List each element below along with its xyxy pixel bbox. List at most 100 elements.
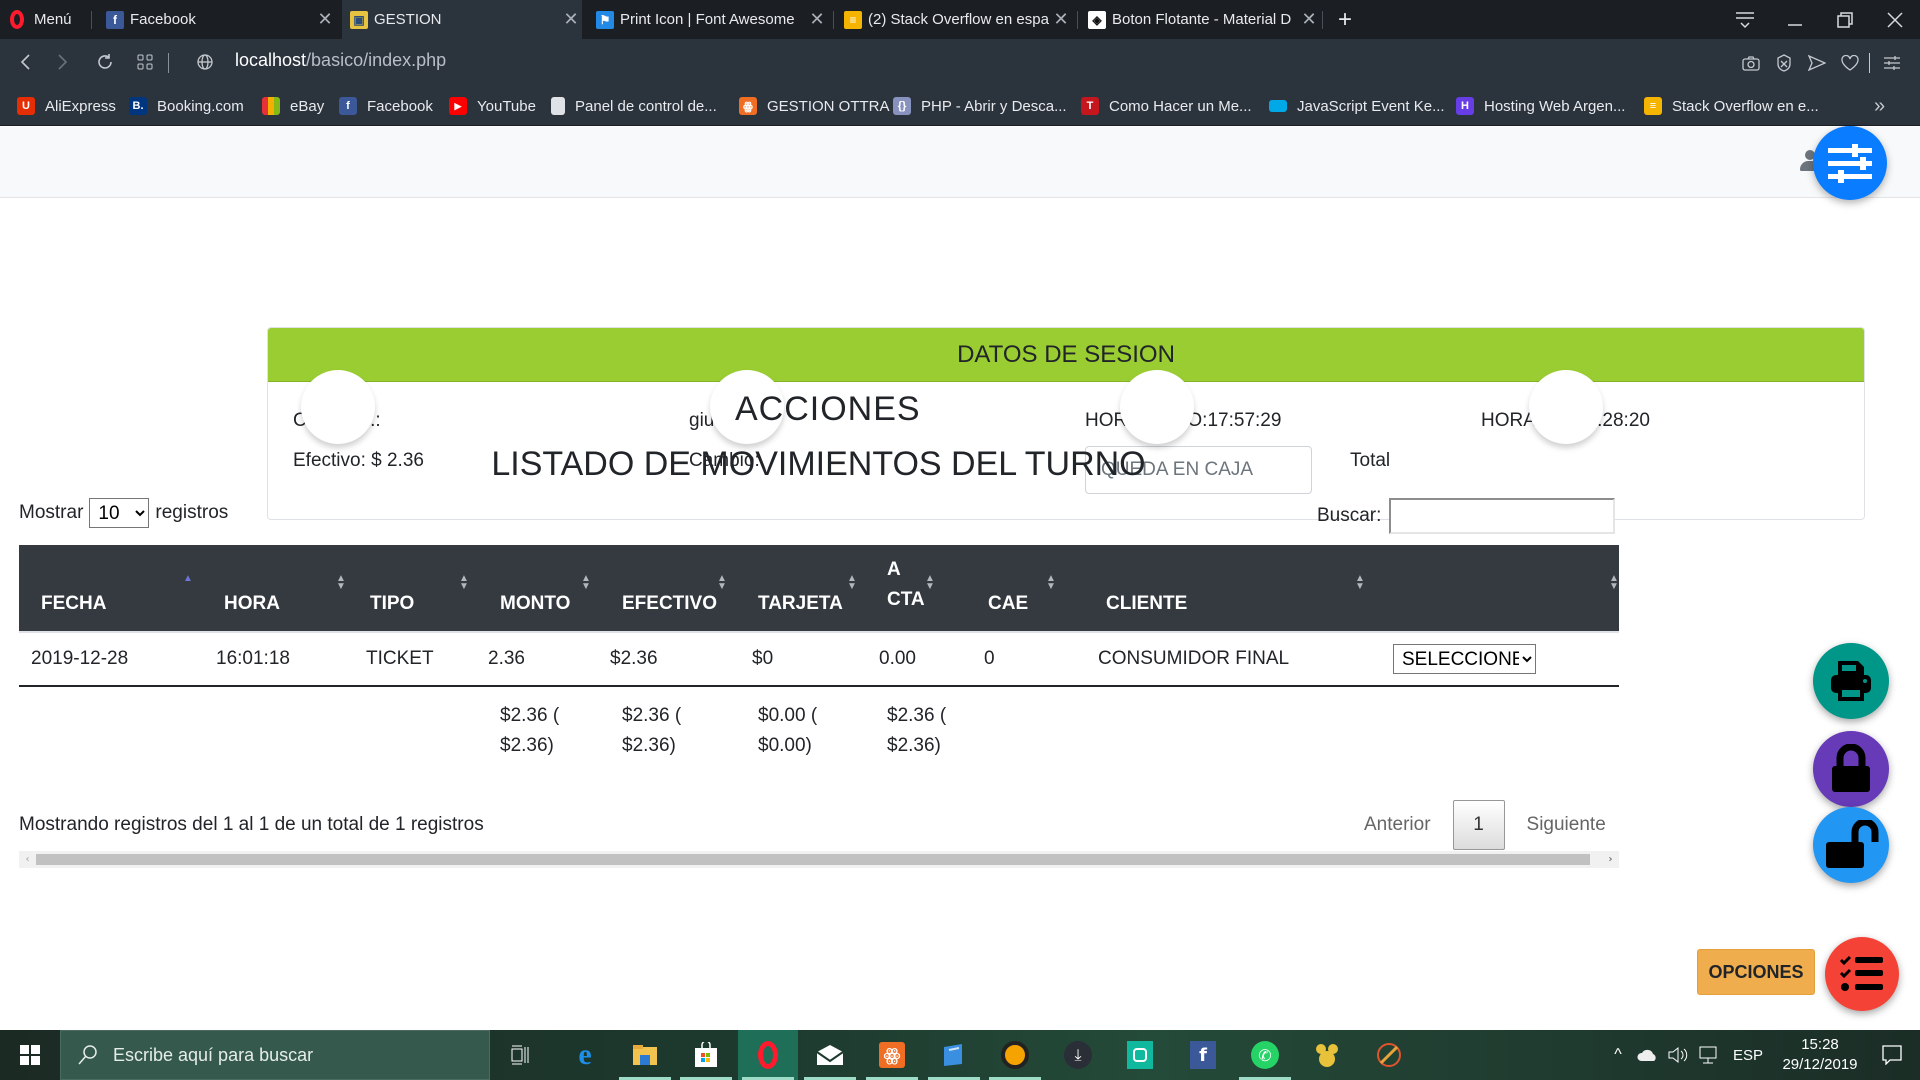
xampp-icon[interactable]: ꙮ [862,1030,922,1080]
close-tab-icon[interactable]: ✕ [1050,9,1072,30]
bookmark-javascript-event[interactable]: JavaScript Event Ke... [1269,86,1445,126]
pagination-previous[interactable]: Anterior [1342,814,1453,836]
forward-icon[interactable] [50,49,76,75]
clock[interactable]: 15:28 29/12/2019 [1770,1030,1870,1080]
scroll-right-icon[interactable]: › [1602,851,1619,868]
tab-gestion[interactable]: ▣ GESTION ✕ [342,0,582,39]
minimize-icon[interactable] [1770,0,1820,39]
tab-facebook[interactable]: f Facebook ✕ [98,0,336,39]
tab-boton-flotante[interactable]: ◈ Boton Flotante - Material D ✕ [1080,0,1320,39]
close-window-icon[interactable] [1870,0,1920,39]
options-menu-fab[interactable] [1825,937,1899,1011]
language-indicator[interactable]: ESP [1728,1030,1768,1080]
reload-icon[interactable] [92,49,118,75]
globe-icon [192,49,218,75]
search-input[interactable] [1389,498,1616,534]
cell-monto: 2.36 [478,632,600,687]
bookmark-gestion-ottra[interactable]: ꙮ GESTION OTTRA [739,86,890,126]
col-fecha[interactable]: FECHA ▲ [19,545,202,633]
start-button[interactable] [0,1030,60,1080]
restore-icon[interactable] [1820,0,1870,39]
bookmark-php[interactable]: {} PHP - Abrir y Desca... [893,86,1067,126]
bookmark-como-hacer[interactable]: T Como Hacer un Me... [1081,86,1252,126]
gestion-icon: ▣ [350,10,368,29]
bookmark-panel-control[interactable]: Panel de control de... [551,86,717,126]
bookmark-ebay[interactable]: eBay [262,86,324,126]
new-tab-button[interactable]: + [1330,0,1360,39]
bookmark-aliexpress[interactable]: U AliExpress [17,86,116,126]
col-hora[interactable]: HORA ▲ ▼ [202,545,348,633]
sort-icon: ▲ ▼ [336,573,346,592]
action-center-icon[interactable] [1872,1030,1912,1080]
store-icon[interactable] [676,1030,736,1080]
opera-taskbar-icon[interactable] [738,1030,798,1080]
col-tarjeta[interactable]: TARJETA ▲ ▼ [736,545,865,633]
stackoverflow-icon: ≡ [844,10,862,29]
settings-fab[interactable] [1813,126,1887,200]
camera-app-icon[interactable] [1110,1030,1170,1080]
bookmark-facebook[interactable]: f Facebook [339,86,433,126]
bookmark-hosting[interactable]: H Hosting Web Argen... [1456,86,1625,126]
tab-font-awesome[interactable]: ⚑ Print Icon | Font Awesome ✕ [588,0,828,39]
easy-setup-icon[interactable] [1880,51,1904,75]
col-cae[interactable]: CAE ▲ ▼ [966,545,1084,633]
scrollbar-thumb[interactable] [36,854,1590,865]
web-page: giuli ▼ DATOS DE SESION CAJERO.: giuli H… [0,127,1920,1030]
pagination-page-1[interactable]: 1 [1452,800,1505,850]
mail-icon[interactable] [800,1030,860,1080]
action-circle[interactable] [1529,370,1603,444]
action-circle[interactable] [1120,370,1194,444]
onedrive-cloud-icon[interactable] [1634,1030,1662,1080]
close-tab-icon[interactable]: ✕ [1298,9,1320,30]
print-fab[interactable] [1813,643,1889,719]
network-icon[interactable] [1694,1030,1722,1080]
unlock-fab[interactable] [1813,807,1889,883]
opera-menu-button[interactable]: Menú [10,0,72,39]
show-hidden-icons-chevron-icon[interactable]: ^ [1606,1030,1630,1080]
send-icon[interactable] [1805,51,1829,75]
bookmark-youtube[interactable]: ▶ YouTube [449,86,536,126]
col-efectivo[interactable]: EFECTIVO ▲ ▼ [600,545,736,633]
paw-app-icon[interactable] [1297,1030,1357,1080]
col-label: TARJETA [758,593,843,614]
pencil-app-icon[interactable] [1359,1030,1419,1080]
volume-icon[interactable] [1664,1030,1692,1080]
file-explorer-icon[interactable] [615,1030,675,1080]
col-tipo[interactable]: TIPO ▲ ▼ [348,545,478,633]
edge-icon[interactable]: e [555,1030,615,1080]
scroll-left-icon[interactable]: ‹ [19,851,36,868]
adblock-shield-icon[interactable] [1772,51,1796,75]
close-tab-icon[interactable]: ✕ [314,9,336,30]
col-monto[interactable]: MONTO ▲ ▼ [478,545,600,633]
camera-icon[interactable] [1739,51,1763,75]
download-icon[interactable]: ⤓ [1048,1030,1108,1080]
col-a-cta[interactable]: A CTA ▲ ▼ [865,545,966,633]
pagination-next[interactable]: Siguiente [1505,814,1628,836]
notes-app-icon[interactable] [924,1030,984,1080]
col-cliente[interactable]: CLIENTE ▲ ▼ [1084,545,1381,633]
headphones-app-icon[interactable] [985,1030,1045,1080]
close-tab-icon[interactable]: ✕ [806,9,828,30]
task-view-icon[interactable] [490,1030,550,1080]
tab-menu-icon[interactable] [1720,0,1770,39]
row-action-select[interactable]: SELECCIONE [1393,644,1536,674]
bookmark-booking[interactable]: B. Booking.com [129,86,244,126]
col-label: CLIENTE [1106,593,1188,614]
speed-dial-icon[interactable] [132,49,158,75]
more-bookmarks-button[interactable]: » [1874,86,1885,126]
close-tab-icon[interactable]: ✕ [560,9,582,30]
bookmark-stackoverflow[interactable]: ≡ Stack Overflow en e... [1644,86,1819,126]
heart-icon[interactable] [1838,51,1862,75]
back-icon[interactable] [12,49,38,75]
lock-fab[interactable] [1813,731,1889,807]
flag-icon: ⚑ [596,10,614,29]
taskbar-search-box[interactable]: Escribe aquí para buscar [60,1030,490,1080]
page-length-select[interactable]: 10 [89,498,150,528]
whatsapp-icon[interactable]: ✆ [1235,1030,1295,1080]
col-acciones[interactable]: ▲ ▼ [1381,545,1619,633]
action-circle[interactable] [301,370,375,444]
facebook-app-icon[interactable]: f [1173,1030,1233,1080]
horizontal-scrollbar[interactable]: ‹ › [19,851,1619,868]
url-field[interactable]: localhost/basico/index.php [235,50,446,71]
tab-stackoverflow[interactable]: ≡ (2) Stack Overflow en espa ✕ [836,0,1072,39]
